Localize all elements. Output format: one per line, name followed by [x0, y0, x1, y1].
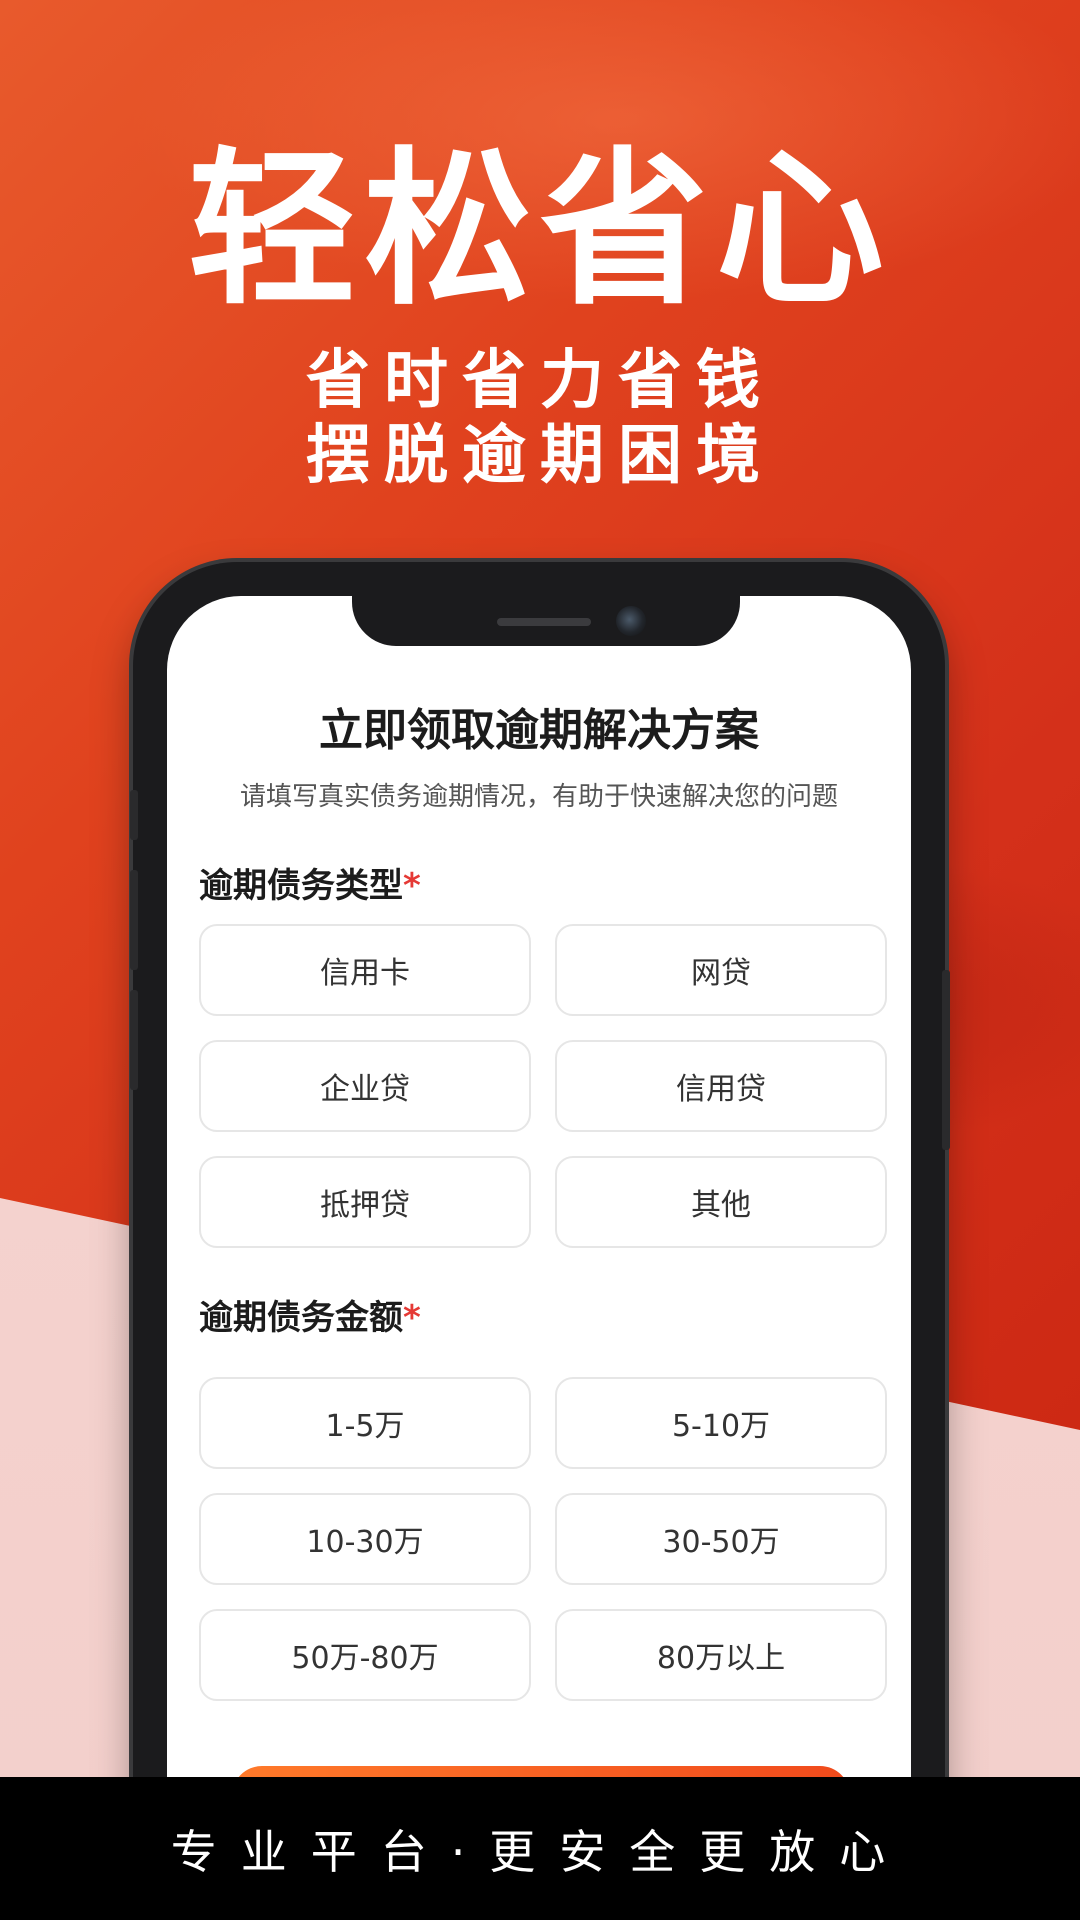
- debt-amount-option[interactable]: 30-50万: [555, 1493, 887, 1585]
- debt-amount-option[interactable]: 50万-80万: [199, 1609, 531, 1701]
- debt-type-option[interactable]: 企业贷: [199, 1040, 531, 1132]
- debt-type-option[interactable]: 抵押贷: [199, 1156, 531, 1248]
- debt-type-option[interactable]: 信用贷: [555, 1040, 887, 1132]
- required-mark: *: [403, 1298, 421, 1338]
- form-title: 立即领取逾期解决方案: [319, 705, 759, 756]
- form-hint: 请填写真实债务逾期情况，有助于快速解决您的问题: [239, 782, 838, 812]
- phone-speaker: [497, 618, 591, 626]
- debt-type-option[interactable]: 其他: [555, 1156, 887, 1248]
- phone-notch: [352, 586, 740, 646]
- debt-amount-label-text: 逾期债务金额: [199, 1298, 403, 1338]
- debt-type-label-text: 逾期债务类型: [199, 866, 403, 906]
- debt-type-label: 逾期债务类型*: [199, 858, 421, 907]
- debt-type-option[interactable]: 信用卡: [199, 924, 531, 1016]
- required-mark: *: [403, 866, 421, 906]
- phone-side-button: [130, 990, 138, 1090]
- hero-subtitle-1: 省时省力省钱: [306, 344, 774, 418]
- phone-side-button: [942, 970, 950, 1150]
- landing-page: 轻松省心 省时省力省钱 摆脱逾期困境 立即领取逾期解决方案 请填写真实债务逾期情…: [0, 0, 1080, 1920]
- footer-text: 专业平台·更安全更放心: [170, 1824, 910, 1879]
- debt-amount-option[interactable]: 1-5万: [199, 1377, 531, 1469]
- debt-amount-option[interactable]: 5-10万: [555, 1377, 887, 1469]
- debt-type-option[interactable]: 网贷: [555, 924, 887, 1016]
- footer-banner: 专业平台·更安全更放心: [0, 1777, 1080, 1920]
- hero-title: 轻松省心: [188, 132, 892, 328]
- phone-side-button: [130, 870, 138, 970]
- hero-subtitle-2: 摆脱逾期困境: [306, 419, 774, 493]
- camera-icon: [616, 606, 646, 636]
- debt-amount-option[interactable]: 80万以上: [555, 1609, 887, 1701]
- debt-amount-option[interactable]: 10-30万: [199, 1493, 531, 1585]
- debt-amount-label: 逾期债务金额*: [199, 1290, 421, 1339]
- phone-side-button: [130, 790, 138, 840]
